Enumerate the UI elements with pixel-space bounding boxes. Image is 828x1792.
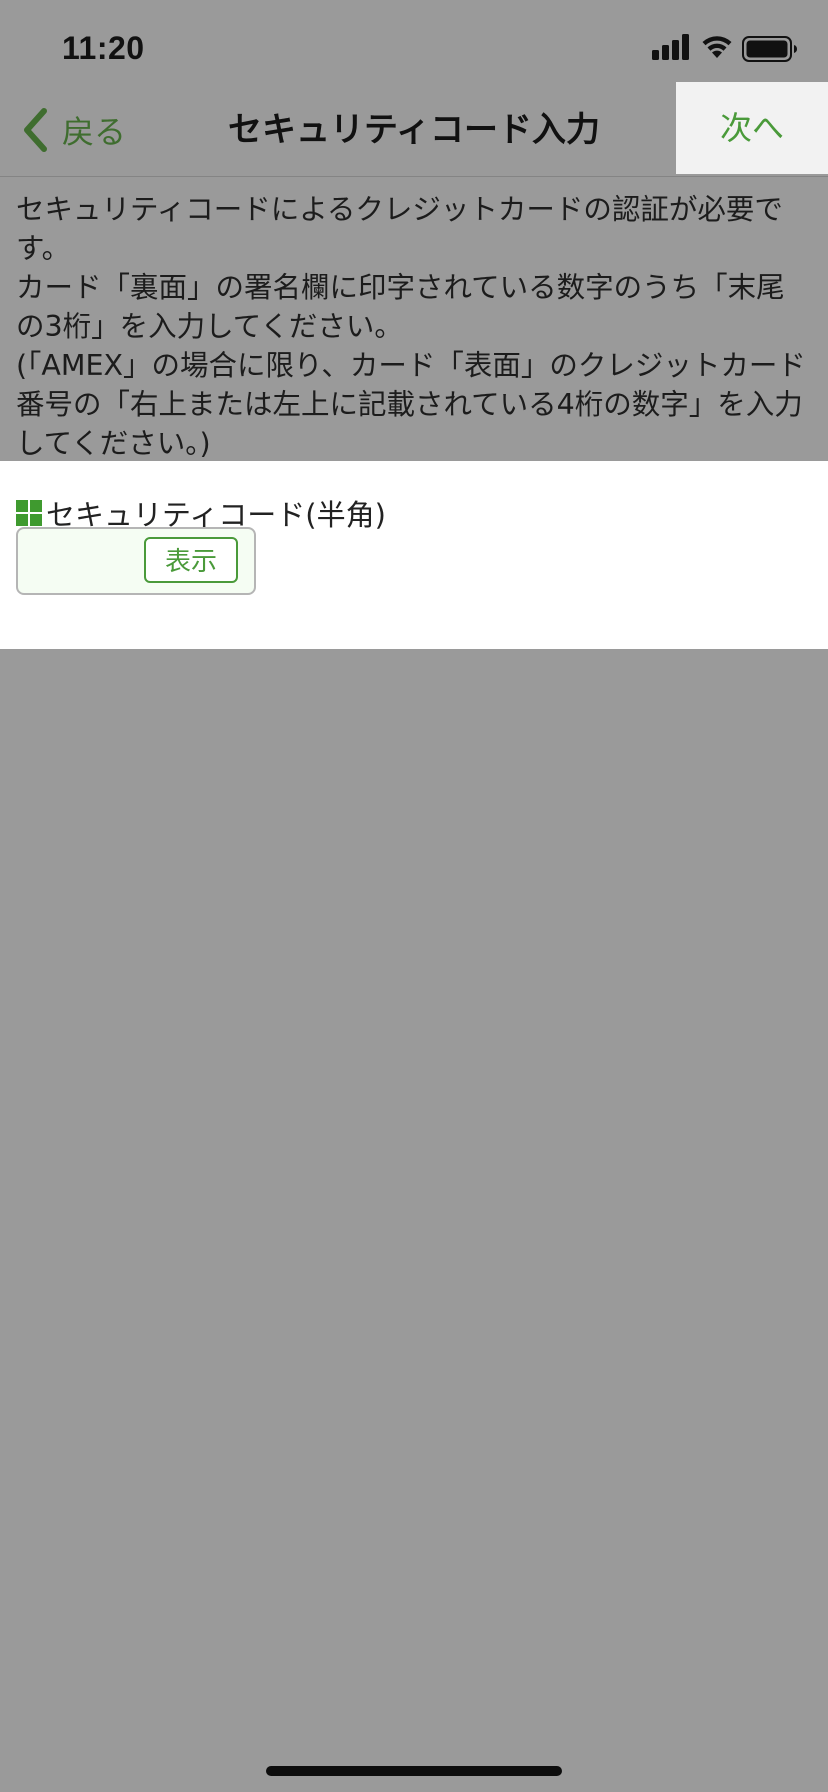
grid-icon	[16, 500, 42, 526]
back-button[interactable]: 戻る	[20, 84, 126, 176]
instruction-line: (「AMEX」の場合に限り、カード「表面」のクレジットカード番号の「右上または左…	[16, 349, 806, 460]
next-button[interactable]: 次へ	[676, 82, 828, 174]
wifi-icon	[702, 36, 732, 58]
instructions-text: セキュリティコードによるクレジットカードの認証が必要です。 カード「裏面」の署名…	[16, 190, 812, 463]
chevron-left-icon	[24, 108, 47, 152]
status-bar: 11:20	[0, 0, 828, 88]
cellular-signal-icon	[652, 34, 689, 60]
nav-bar: 戻る セキュリティコード入力 次へ	[0, 82, 828, 177]
show-code-button[interactable]: 表示	[144, 537, 238, 583]
battery-icon	[742, 36, 797, 62]
status-time: 11:20	[62, 30, 145, 66]
security-code-panel: セキュリティコード(半角) 表示	[0, 461, 828, 649]
security-code-field: 表示	[16, 527, 256, 595]
back-label: 戻る	[62, 113, 127, 151]
home-indicator[interactable]	[266, 1766, 562, 1776]
security-code-input[interactable]	[26, 537, 140, 585]
instruction-line: カード「裏面」の署名欄に印字されている数字のうち「末尾の3桁」を入力してください…	[16, 271, 785, 343]
instruction-line: セキュリティコードによるクレジットカードの認証が必要です。	[16, 193, 783, 265]
page-title: セキュリティコード入力	[228, 110, 600, 150]
